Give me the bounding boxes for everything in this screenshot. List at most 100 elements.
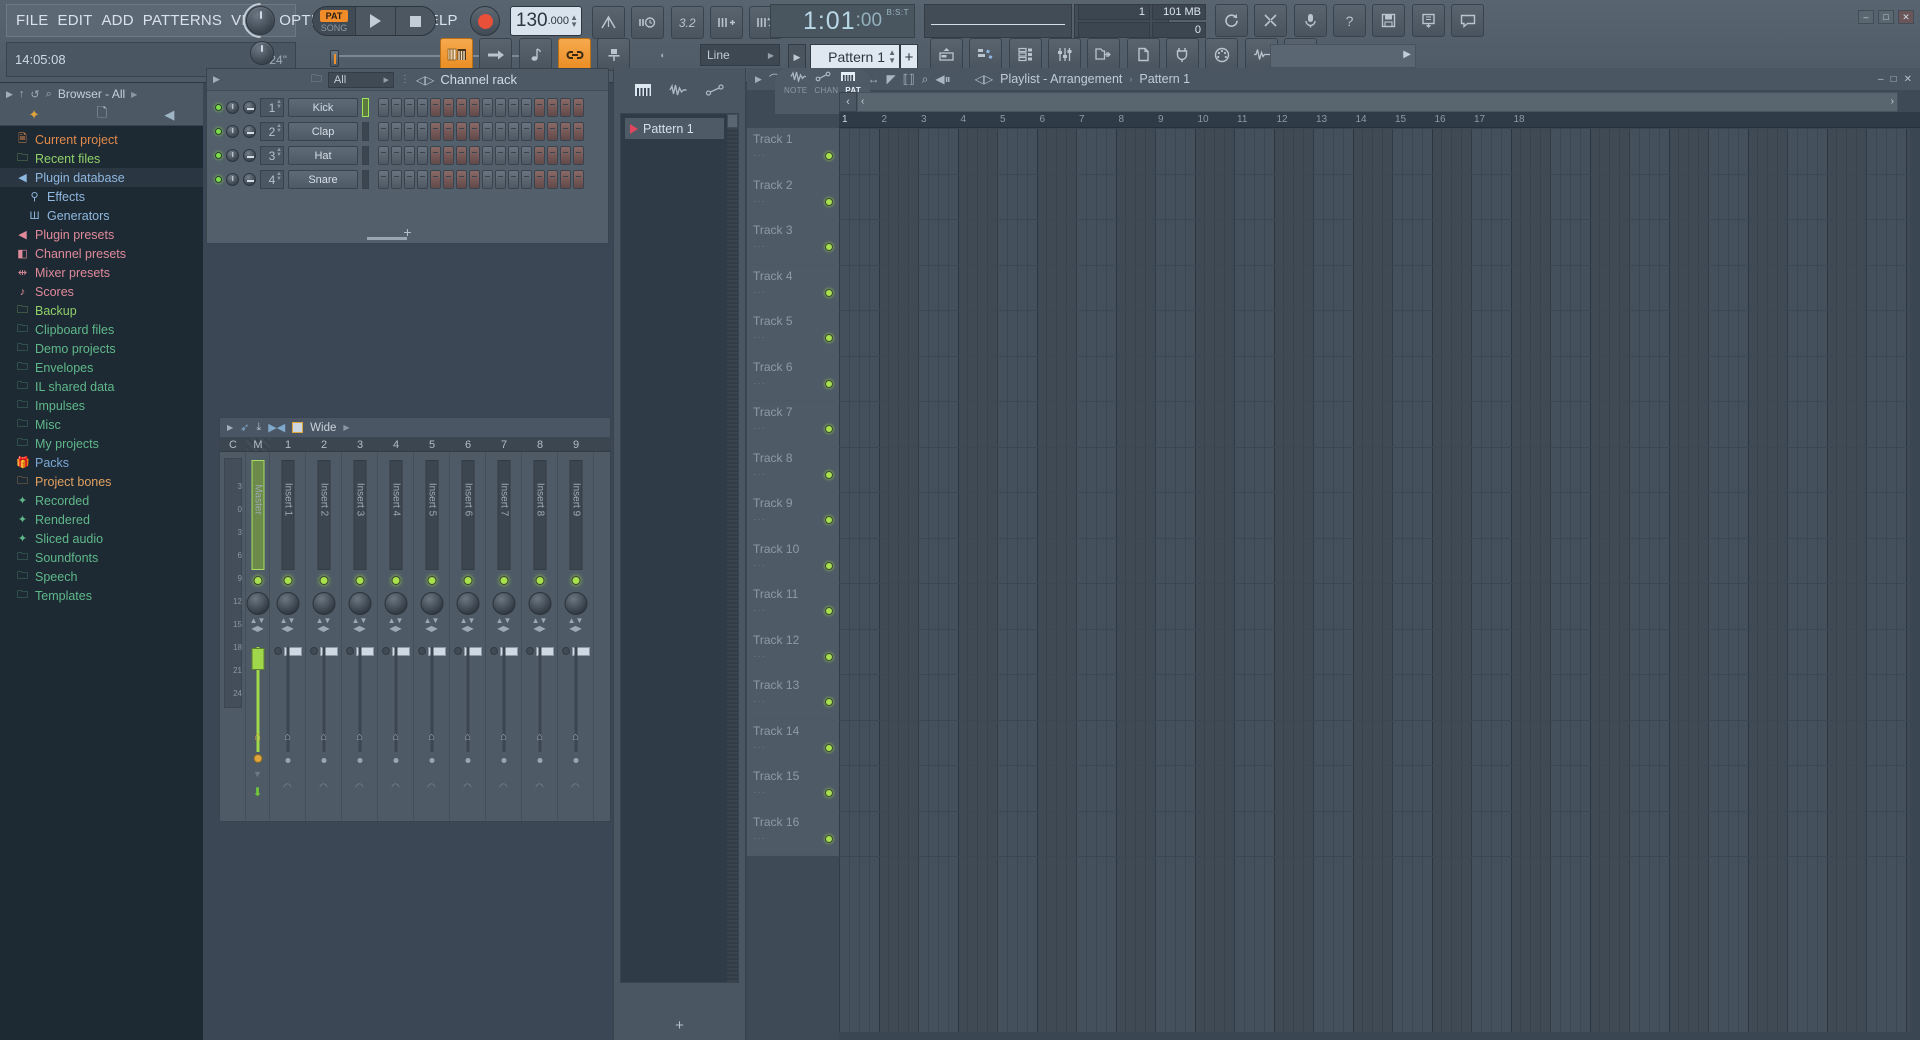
insert-stereo-sep-icon[interactable]: ▲▼◀▶ [316, 617, 332, 633]
step-button[interactable] [456, 170, 467, 189]
step-button[interactable] [521, 98, 532, 117]
insert-collapse-icon[interactable]: ◠ [427, 782, 436, 793]
browser-item-il-shared-data[interactable]: 🗀IL shared data [0, 377, 203, 396]
piano-roll-icon[interactable] [840, 71, 856, 82]
scroll-right-icon[interactable]: › [1891, 96, 1894, 107]
mic-record-icon[interactable] [597, 38, 630, 71]
export-icon[interactable] [1412, 4, 1445, 37]
playlist-track-led[interactable] [825, 835, 833, 843]
pattern-spinner-icon[interactable]: ▲▼ [888, 49, 896, 65]
playlist-hscrollbar[interactable] [839, 1032, 1910, 1040]
minimize-button[interactable]: – [1858, 10, 1874, 24]
metronome-icon[interactable] [592, 6, 625, 39]
playlist-track-led[interactable] [825, 334, 833, 342]
browser-item-effects[interactable]: ⚲Effects [0, 187, 203, 206]
pattern-scroll-thumb[interactable] [727, 114, 738, 128]
channel-name-button[interactable]: Hat [288, 146, 358, 165]
insert-route-icon[interactable]: ⌂ [320, 731, 327, 743]
insert-led[interactable] [427, 576, 436, 585]
insert-collapse-icon[interactable]: ◠ [499, 782, 508, 793]
step-button[interactable] [391, 98, 402, 117]
step-button[interactable] [430, 98, 441, 117]
swap-icon[interactable]: ▶◀ [268, 421, 285, 434]
step-button[interactable] [482, 122, 493, 141]
insert-record-dot[interactable] [285, 758, 290, 763]
channel-pan-knob[interactable] [243, 173, 256, 186]
step-button[interactable] [404, 170, 415, 189]
step-button[interactable] [482, 98, 493, 117]
menu-dots-icon[interactable]: ⋮ [400, 74, 410, 85]
count-in-icon[interactable]: 3.2 [671, 6, 704, 39]
mixer-column-header-2[interactable]: 2 [306, 438, 342, 451]
channel-filter-select[interactable]: All ▶ [328, 72, 394, 88]
insert-send-knob[interactable] [418, 647, 426, 655]
step-button[interactable] [534, 122, 545, 141]
browser-item-misc[interactable]: 🗀Misc [0, 415, 203, 434]
insert-collapse-icon[interactable]: ◠ [355, 782, 364, 793]
mixer-column-header-3[interactable]: 3 [342, 438, 378, 451]
step-button[interactable] [378, 170, 389, 189]
channel-pan-knob[interactable] [243, 125, 256, 138]
scroll-left-icon[interactable]: ‹ [861, 96, 864, 107]
playlist-track-led[interactable] [825, 243, 833, 251]
step-button[interactable] [482, 146, 493, 165]
insert-record-dot[interactable] [501, 758, 506, 763]
insert-send-knob[interactable] [526, 647, 534, 655]
piano-roll-icon[interactable] [969, 38, 1002, 71]
insert-stereo-sep-icon[interactable]: ▲▼◀▶ [460, 617, 476, 633]
insert-record-dot[interactable] [393, 758, 398, 763]
playlist-track-led[interactable] [825, 698, 833, 706]
mixer-strip-insert-5[interactable]: Insert 5▲▼◀▶⌂◠ [414, 452, 450, 821]
step-button[interactable] [534, 170, 545, 189]
browser-item-plugin-database[interactable]: ◀Plugin database [0, 168, 203, 187]
insert-led[interactable] [463, 576, 472, 585]
menu-item-patterns[interactable]: PATTERNS [143, 12, 222, 29]
help-icon[interactable]: ? [1333, 4, 1366, 37]
channel-enable-led[interactable] [215, 152, 222, 159]
wave-icon[interactable] [668, 83, 688, 97]
wave-icon[interactable] [790, 71, 806, 82]
mixer-icon[interactable] [1048, 38, 1081, 71]
plugin-icon[interactable] [1166, 38, 1199, 71]
insert-send-knob[interactable] [562, 647, 570, 655]
insert-route-icon[interactable]: ⌂ [572, 731, 579, 743]
step-button[interactable] [391, 122, 402, 141]
mixer-strip-insert-7[interactable]: Insert 7▲▼◀▶⌂◠ [486, 452, 522, 821]
playlist-track-led[interactable] [825, 471, 833, 479]
channel-pan-knob[interactable] [243, 101, 256, 114]
mixer-strip-master[interactable]: Master▲▼◀▶⌂▼⬇ [246, 452, 270, 821]
playlist-grid[interactable] [839, 128, 1920, 1040]
mixer-column-header-8[interactable]: 8 [522, 438, 558, 451]
up-icon[interactable]: ↑ [19, 88, 25, 100]
step-button[interactable] [456, 98, 467, 117]
insert-led[interactable] [391, 576, 400, 585]
step-button[interactable] [391, 170, 402, 189]
insert-stereo-sep-icon[interactable]: ▲▼◀▶ [532, 617, 548, 633]
step-button[interactable] [573, 98, 584, 117]
pattern-selector[interactable]: Pattern 1 ▲▼ [810, 44, 900, 70]
playlist-track-led[interactable] [825, 152, 833, 160]
insert-pan-knob[interactable] [312, 592, 335, 615]
menu-item-add[interactable]: ADD [101, 12, 133, 29]
browser-item-clipboard-files[interactable]: 🗀Clipboard files [0, 320, 203, 339]
step-button[interactable] [495, 170, 506, 189]
insert-record-dot[interactable] [537, 758, 542, 763]
mixer-strip-insert-4[interactable]: Insert 4▲▼◀▶⌂◠ [378, 452, 414, 821]
insert-send-knob[interactable] [346, 647, 354, 655]
playlist-track-header[interactable]: Track 11··· [747, 583, 839, 629]
comment-icon[interactable] [1451, 4, 1484, 37]
channel-rack-icon[interactable] [1009, 38, 1042, 71]
playlist-icon[interactable] [930, 38, 963, 71]
record-button[interactable] [470, 6, 500, 36]
insert-collapse-icon[interactable]: ◠ [463, 782, 472, 793]
mixer-column-header-c[interactable]: C [220, 438, 246, 451]
mixer-column-header-5[interactable]: 5 [414, 438, 450, 451]
playlist-track-header[interactable]: Track 3··· [747, 219, 839, 265]
browser-item-envelopes[interactable]: 🗀Envelopes [0, 358, 203, 377]
mic-icon[interactable] [1294, 4, 1327, 37]
step-button[interactable] [378, 98, 389, 117]
browser-item-current-project[interactable]: 🗎Current project [0, 130, 203, 149]
tempo-spinner-icon[interactable]: ▲▼ [570, 14, 578, 28]
insert-collapse-icon[interactable]: ◠ [571, 782, 580, 793]
add-pattern-button[interactable]: + [900, 44, 918, 70]
